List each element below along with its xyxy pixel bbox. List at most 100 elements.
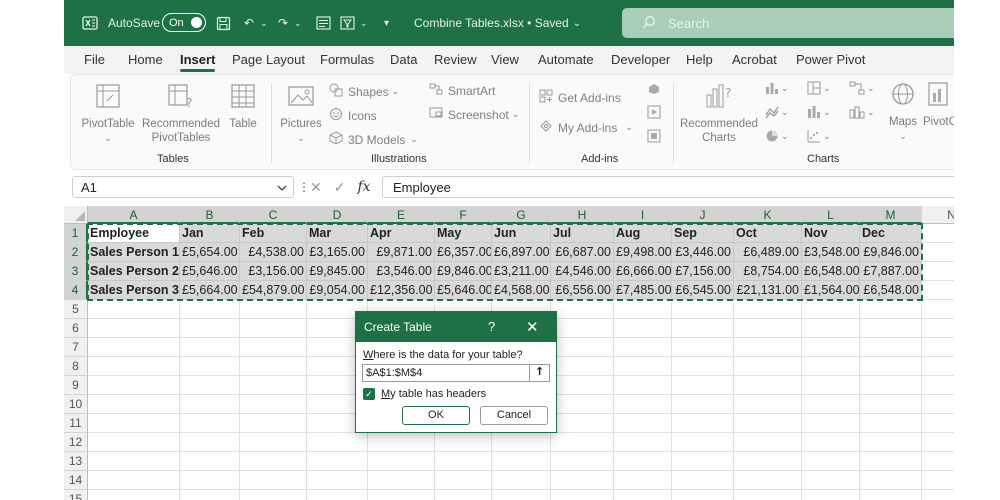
column-header-g[interactable]: G	[492, 206, 551, 224]
cell-j11[interactable]	[672, 414, 734, 433]
my-addins-button[interactable]: My Add-ins ⌄	[539, 119, 633, 136]
line-chart-icon[interactable]: ⌄	[765, 105, 789, 119]
column-header-a[interactable]: A	[88, 206, 180, 224]
row-header-6[interactable]: 6	[64, 319, 88, 338]
tab-home[interactable]: Home	[128, 52, 163, 67]
cell-a7[interactable]	[88, 338, 180, 357]
cell-i14[interactable]	[614, 471, 672, 490]
cell-a12[interactable]	[88, 433, 180, 452]
cell-a8[interactable]	[88, 357, 180, 376]
cancel-button[interactable]: Cancel	[480, 406, 548, 425]
close-icon[interactable]: ✕	[526, 318, 539, 336]
cell-i8[interactable]	[614, 357, 672, 376]
addin-app-icon-3[interactable]	[647, 129, 661, 143]
cell-n7[interactable]	[922, 338, 954, 357]
cell-n9[interactable]	[922, 376, 954, 395]
cell-k3[interactable]: £8,754.00	[734, 262, 802, 281]
cell-m4[interactable]: £6,548.00	[860, 281, 922, 300]
cell-h13[interactable]	[551, 452, 614, 471]
cell-f13[interactable]	[435, 452, 492, 471]
confirm-entry-icon[interactable]: ✓	[334, 179, 346, 196]
cell-j13[interactable]	[672, 452, 734, 471]
cell-e12[interactable]	[368, 433, 435, 452]
cell-n11[interactable]	[922, 414, 954, 433]
cell-l9[interactable]	[802, 376, 860, 395]
cell-j8[interactable]	[672, 357, 734, 376]
smartart-button[interactable]: SmartArt	[429, 83, 495, 98]
cell-c10[interactable]	[240, 395, 307, 414]
cell-b5[interactable]	[180, 300, 240, 319]
ok-button[interactable]: OK	[402, 406, 470, 425]
cell-n10[interactable]	[922, 395, 954, 414]
cell-f4[interactable]: £5,646.00	[435, 281, 492, 300]
undo-dropdown-icon[interactable]: ⌄	[260, 12, 268, 34]
cell-a10[interactable]	[88, 395, 180, 414]
cell-b4[interactable]: £5,664.00	[180, 281, 240, 300]
tab-insert[interactable]: Insert	[180, 52, 216, 72]
document-title[interactable]: Combine Tables.xlsx • Saved ⌄	[414, 12, 581, 34]
cell-a9[interactable]	[88, 376, 180, 395]
cell-l3[interactable]: £6,548.00	[802, 262, 860, 281]
cell-l6[interactable]	[802, 319, 860, 338]
tab-acrobat[interactable]: Acrobat	[732, 52, 777, 67]
cell-a14[interactable]	[88, 471, 180, 490]
cell-n3[interactable]	[922, 262, 954, 281]
cell-n15[interactable]	[922, 490, 954, 500]
cell-h6[interactable]	[551, 319, 614, 338]
scatter-chart-icon[interactable]: ⌄	[807, 129, 831, 143]
cell-j1[interactable]: Sep	[672, 224, 734, 243]
cell-m1[interactable]: Dec	[860, 224, 922, 243]
cell-h8[interactable]	[551, 357, 614, 376]
cell-m13[interactable]	[860, 452, 922, 471]
row-header-3[interactable]: 3	[64, 262, 88, 281]
cell-b11[interactable]	[180, 414, 240, 433]
row-header-4[interactable]: 4	[64, 281, 88, 300]
cell-j6[interactable]	[672, 319, 734, 338]
cell-l12[interactable]	[802, 433, 860, 452]
cell-j3[interactable]: £7,156.00	[672, 262, 734, 281]
cell-k6[interactable]	[734, 319, 802, 338]
cell-i11[interactable]	[614, 414, 672, 433]
get-addins-button[interactable]: Get Add-ins	[539, 89, 621, 106]
maps-button[interactable]: Maps ⌄	[885, 81, 921, 143]
cell-c4[interactable]: £54,879.00	[240, 281, 307, 300]
cell-d13[interactable]	[307, 452, 368, 471]
cell-f2[interactable]: £6,357.00	[435, 243, 492, 262]
cell-l14[interactable]	[802, 471, 860, 490]
cell-m12[interactable]	[860, 433, 922, 452]
cell-l15[interactable]	[802, 490, 860, 500]
cell-b6[interactable]	[180, 319, 240, 338]
column-header-k[interactable]: K	[734, 206, 802, 224]
cell-f12[interactable]	[435, 433, 492, 452]
cell-e13[interactable]	[368, 452, 435, 471]
cell-i15[interactable]	[614, 490, 672, 500]
row-header-11[interactable]: 11	[64, 414, 88, 433]
cell-l2[interactable]: £3,548.00	[802, 243, 860, 262]
shapes-button[interactable]: Shapes ⌄	[329, 83, 399, 100]
pie-chart-icon[interactable]: ⌄	[765, 129, 789, 143]
cell-b7[interactable]	[180, 338, 240, 357]
cell-c14[interactable]	[240, 471, 307, 490]
cell-g14[interactable]	[492, 471, 551, 490]
addin-app-icon-1[interactable]	[647, 83, 661, 95]
search-box[interactable]: Search	[622, 8, 954, 38]
cell-h11[interactable]	[551, 414, 614, 433]
cell-m10[interactable]	[860, 395, 922, 414]
table-button[interactable]: Table	[223, 83, 263, 131]
filter-dropdown-icon[interactable]: ⌄	[360, 12, 368, 34]
row-header-8[interactable]: 8	[64, 357, 88, 376]
cell-k15[interactable]	[734, 490, 802, 500]
cell-m15[interactable]	[860, 490, 922, 500]
cell-k1[interactable]: Oct	[734, 224, 802, 243]
cell-j9[interactable]	[672, 376, 734, 395]
cell-m7[interactable]	[860, 338, 922, 357]
save-icon[interactable]	[216, 12, 231, 34]
autosave-toggle[interactable]: On	[162, 13, 206, 32]
cell-i4[interactable]: £7,485.00	[614, 281, 672, 300]
cell-a6[interactable]	[88, 319, 180, 338]
cell-f14[interactable]	[435, 471, 492, 490]
cell-m5[interactable]	[860, 300, 922, 319]
tab-developer[interactable]: Developer	[611, 52, 670, 67]
insert-function-icon[interactable]: fx	[357, 179, 370, 195]
column-header-d[interactable]: D	[307, 206, 368, 224]
